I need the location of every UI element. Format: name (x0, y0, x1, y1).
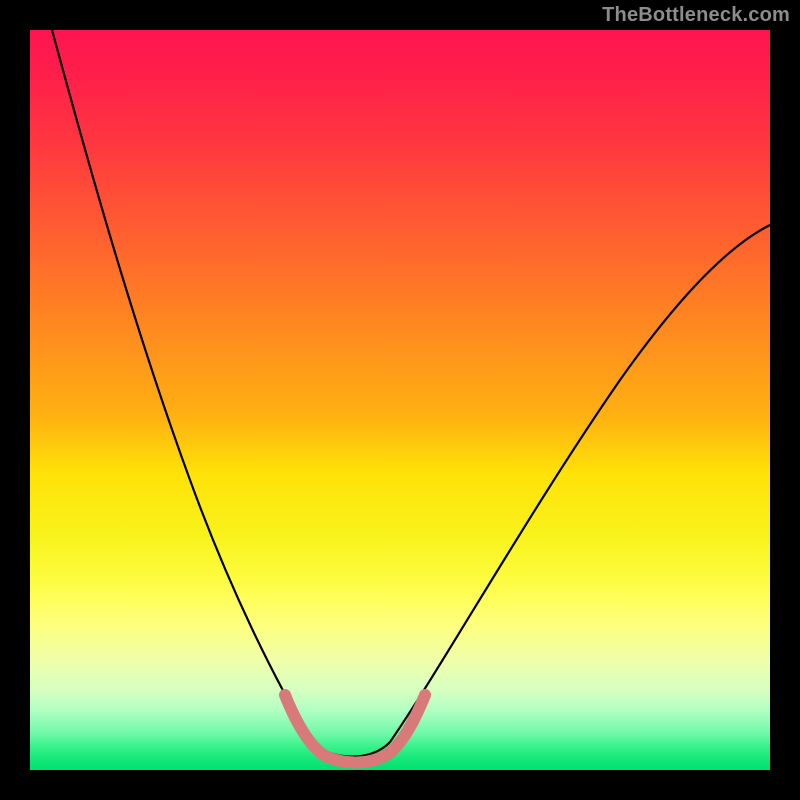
plot-area (30, 30, 770, 770)
watermark-text: TheBottleneck.com (602, 4, 790, 27)
curve-layer (30, 30, 770, 770)
highlight-valley (285, 695, 425, 763)
right-branch-curve (390, 225, 770, 742)
left-branch-curve (52, 30, 312, 742)
chart-frame: TheBottleneck.com (0, 0, 800, 800)
